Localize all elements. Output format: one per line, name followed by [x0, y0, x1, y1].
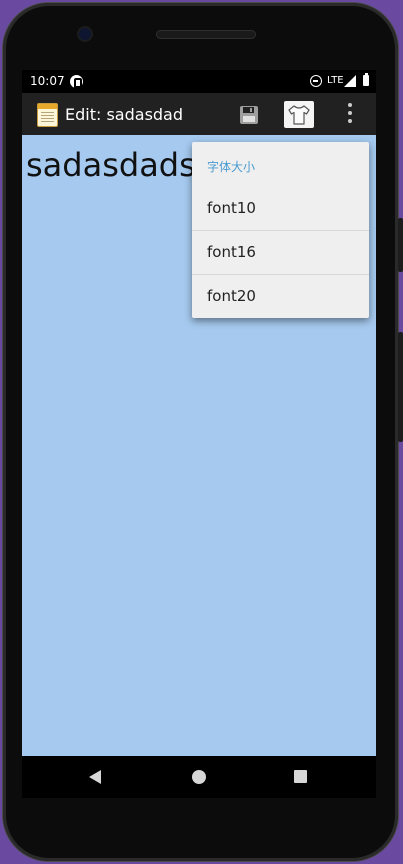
note-editor[interactable]: sadasdadsa	[26, 146, 215, 184]
action-bar: Edit: sadasdad	[22, 93, 376, 135]
do-not-disturb-icon	[310, 75, 322, 87]
menu-item-font20[interactable]: font20	[192, 274, 369, 318]
status-time: 10:07	[30, 74, 65, 88]
menu-item-font16[interactable]: font16	[192, 230, 369, 274]
menu-item-font10[interactable]: font10	[192, 186, 369, 230]
navigation-bar	[22, 756, 376, 798]
tshirt-icon	[288, 105, 310, 125]
network-type-label: LTE	[327, 75, 344, 86]
app-screen: 10:07 LTE Edit: sadasdad sadasdadsa 字体大小…	[22, 70, 376, 756]
signal-icon	[344, 75, 356, 87]
theme-button[interactable]	[284, 101, 314, 128]
recent-apps-button[interactable]	[294, 770, 307, 783]
notification-app-icon	[70, 75, 83, 88]
back-button[interactable]	[89, 770, 101, 784]
notepad-icon	[37, 103, 58, 127]
power-button	[398, 332, 403, 442]
more-options-button[interactable]	[344, 103, 356, 125]
status-bar: 10:07 LTE	[22, 70, 376, 93]
font-size-menu: 字体大小 font10 font16 font20	[192, 142, 369, 318]
home-button[interactable]	[192, 770, 206, 784]
battery-icon	[363, 73, 369, 86]
volume-button	[398, 218, 403, 272]
front-camera	[79, 28, 91, 40]
menu-header: 字体大小	[207, 160, 256, 174]
overflow-dot	[348, 111, 352, 115]
save-button[interactable]	[238, 104, 260, 126]
floppy-disk-icon	[240, 106, 258, 124]
page-title: Edit: sadasdad	[65, 105, 184, 124]
overflow-menu-icon	[348, 103, 352, 107]
overflow-dot	[348, 119, 352, 123]
earpiece	[156, 30, 256, 39]
